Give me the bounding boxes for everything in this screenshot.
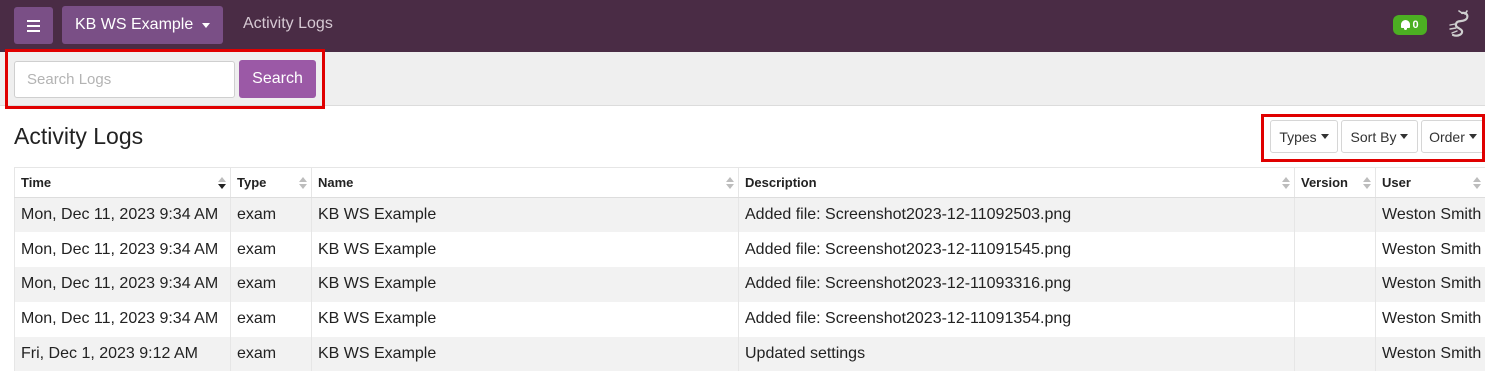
cell-user: Weston Smith	[1375, 301, 1485, 337]
cell-name: KB WS Example	[311, 336, 739, 371]
cell-name: KB WS Example	[311, 301, 739, 337]
column-header-name[interactable]: Name	[311, 167, 739, 198]
types-label: Types	[1279, 128, 1317, 145]
cell-time: Mon, Dec 11, 2023 9:34 AM	[14, 232, 231, 268]
table-row[interactable]: Mon, Dec 11, 2023 9:34 AM exam KB WS Exa…	[14, 197, 1485, 233]
column-header-description[interactable]: Description	[738, 167, 1295, 198]
chevron-down-icon	[202, 22, 211, 28]
hamburger-menu-icon	[27, 19, 40, 22]
cell-user: Weston Smith	[1375, 336, 1485, 371]
cell-name: KB WS Example	[311, 197, 739, 233]
cell-version	[1294, 232, 1376, 268]
sort-icon	[299, 177, 307, 189]
cell-type: exam	[230, 232, 312, 268]
cell-version	[1294, 197, 1376, 233]
cell-name: KB WS Example	[311, 232, 739, 268]
cell-user: Weston Smith	[1375, 232, 1485, 268]
cell-time: Mon, Dec 11, 2023 9:34 AM	[14, 267, 231, 302]
types-dropdown-button[interactable]: Types	[1270, 120, 1338, 153]
cell-description: Added file: Screenshot2023-12-11091545.p…	[738, 232, 1295, 268]
notification-count: 0	[1412, 19, 1419, 31]
search-logs-input[interactable]	[14, 61, 235, 98]
sort-icon	[1363, 177, 1371, 189]
cell-type: exam	[230, 336, 312, 371]
cell-time: Mon, Dec 11, 2023 9:34 AM	[14, 301, 231, 337]
cell-type: exam	[230, 267, 312, 302]
cell-version	[1294, 301, 1376, 337]
column-header-version[interactable]: Version	[1294, 167, 1376, 198]
cell-description: Added file: Screenshot2023-12-11093316.p…	[738, 267, 1295, 302]
search-button[interactable]: Search	[239, 60, 316, 98]
cell-type: exam	[230, 301, 312, 337]
cell-description: Added file: Screenshot2023-12-11091354.p…	[738, 301, 1295, 337]
table-header-row: Time Type Name Description Version User	[14, 167, 1485, 198]
activity-logs-table: Time Type Name Description Version User	[14, 167, 1485, 371]
cell-name: KB WS Example	[311, 267, 739, 302]
cell-type: exam	[230, 197, 312, 233]
bell-icon	[1401, 20, 1411, 30]
column-header-user[interactable]: User	[1375, 167, 1485, 198]
page-title: Activity Logs	[14, 123, 144, 149]
cell-version	[1294, 267, 1376, 302]
column-header-type[interactable]: Type	[230, 167, 312, 198]
sort-desc-icon	[218, 177, 226, 189]
sort-icon	[726, 177, 734, 189]
hamburger-menu-button[interactable]	[14, 7, 53, 44]
top-navbar: KB WS Example Activity Logs 0	[0, 0, 1485, 52]
cell-user: Weston Smith	[1375, 197, 1485, 233]
notifications-badge[interactable]: 0	[1393, 15, 1427, 35]
scorpion-logo-icon[interactable]	[1444, 10, 1472, 40]
cell-time: Fri, Dec 1, 2023 9:12 AM	[14, 336, 231, 371]
sort-by-dropdown-button[interactable]: Sort By	[1341, 120, 1418, 153]
cell-description: Updated settings	[738, 336, 1295, 371]
chevron-down-icon	[1320, 134, 1329, 139]
sort-icon	[1473, 177, 1481, 189]
chevron-down-icon	[1400, 134, 1409, 139]
cell-time: Mon, Dec 11, 2023 9:34 AM	[14, 197, 231, 233]
table-row[interactable]: Mon, Dec 11, 2023 9:34 AM exam KB WS Exa…	[14, 232, 1485, 268]
nav-breadcrumb[interactable]: Activity Logs	[243, 15, 333, 33]
cell-user: Weston Smith	[1375, 267, 1485, 302]
sort-icon	[1282, 177, 1290, 189]
cell-description: Added file: Screenshot2023-12-11092503.p…	[738, 197, 1295, 233]
search-toolbar: Search	[0, 52, 1485, 106]
workspace-dropdown-button[interactable]: KB WS Example	[62, 6, 223, 44]
workspace-label: KB WS Example	[75, 16, 194, 33]
table-row[interactable]: Fri, Dec 1, 2023 9:12 AM exam KB WS Exam…	[14, 336, 1485, 371]
column-header-time[interactable]: Time	[14, 167, 231, 198]
table-row[interactable]: Mon, Dec 11, 2023 9:34 AM exam KB WS Exa…	[14, 301, 1485, 337]
order-label: Order	[1429, 128, 1465, 145]
chevron-down-icon	[1468, 134, 1477, 139]
order-dropdown-button[interactable]: Order	[1421, 120, 1485, 153]
cell-version	[1294, 336, 1376, 371]
table-row[interactable]: Mon, Dec 11, 2023 9:34 AM exam KB WS Exa…	[14, 267, 1485, 302]
sort-by-label: Sort By	[1350, 128, 1397, 145]
